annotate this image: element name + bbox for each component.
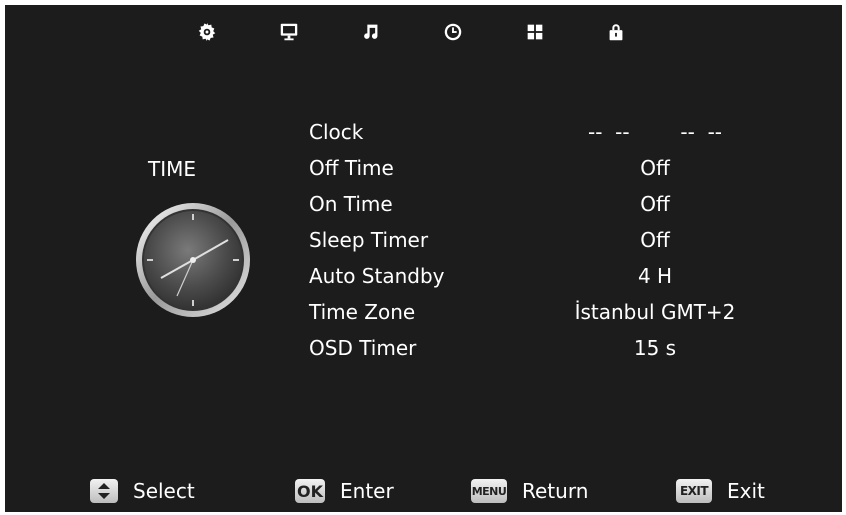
menu-value: Off bbox=[640, 192, 670, 216]
hint-enter: OK Enter bbox=[295, 475, 394, 507]
menu-value: 15 s bbox=[633, 336, 677, 360]
music-note-icon bbox=[364, 24, 378, 39]
menu-label: Auto Standby bbox=[309, 264, 445, 288]
menu-item-osd-timer[interactable]: OSD Timer 15 s bbox=[305, 332, 785, 366]
menu-label: OSD Timer bbox=[309, 336, 417, 360]
menu-item-sleep-timer[interactable]: Sleep Timer Off bbox=[305, 224, 785, 258]
tab-channel[interactable] bbox=[272, 17, 306, 47]
clock-icon bbox=[444, 23, 462, 41]
menu-item-clock[interactable]: Clock -- -- -- -- bbox=[305, 116, 785, 150]
menu-label: Sleep Timer bbox=[309, 228, 429, 252]
menu-item-auto-standby[interactable]: Auto Standby 4 H bbox=[305, 260, 785, 294]
menu-value: 4 H bbox=[637, 264, 673, 288]
tab-sound[interactable] bbox=[354, 17, 388, 47]
hint-label: Exit bbox=[727, 479, 765, 503]
section-title: TIME bbox=[148, 157, 197, 181]
hint-select: Select bbox=[90, 475, 195, 507]
analog-clock-illustration bbox=[136, 203, 250, 317]
grid-icon bbox=[527, 24, 543, 40]
lock-icon bbox=[609, 24, 623, 41]
menu-value: Off bbox=[640, 228, 670, 252]
menu-label: Clock bbox=[309, 120, 364, 144]
menu-label: Time Zone bbox=[309, 300, 416, 324]
monitor-icon bbox=[280, 23, 298, 41]
menu-item-on-time[interactable]: On Time Off bbox=[305, 188, 785, 222]
tab-setup[interactable] bbox=[518, 17, 552, 47]
menu-value: İstanbul GMT+2 bbox=[574, 300, 736, 324]
hint-exit: EXIT Exit bbox=[676, 475, 765, 507]
hint-label: Enter bbox=[340, 479, 394, 503]
menu-label: Off Time bbox=[309, 156, 394, 180]
hint-label: Return bbox=[522, 479, 589, 503]
menu-item-off-time[interactable]: Off Time Off bbox=[305, 152, 785, 186]
menu-value: -- -- -- -- bbox=[587, 120, 723, 144]
hint-label: Select bbox=[133, 479, 195, 503]
tab-time[interactable] bbox=[436, 17, 470, 47]
exit-key-icon: EXIT bbox=[676, 479, 712, 503]
gear-icon bbox=[198, 22, 216, 42]
menu-label: On Time bbox=[309, 192, 393, 216]
menu-key-icon: MENU bbox=[471, 479, 507, 503]
up-down-arrows-icon bbox=[90, 479, 118, 503]
hint-return: MENU Return bbox=[471, 475, 588, 507]
ok-key-icon: OK bbox=[295, 479, 325, 503]
osd-screen: TIME Clock -- -- -- -- Off Time Off On T… bbox=[5, 5, 842, 512]
tab-picture[interactable] bbox=[190, 17, 224, 47]
menu-item-time-zone[interactable]: Time Zone İstanbul GMT+2 bbox=[305, 296, 785, 330]
tab-lock[interactable] bbox=[599, 17, 633, 47]
menu-value: Off bbox=[640, 156, 670, 180]
